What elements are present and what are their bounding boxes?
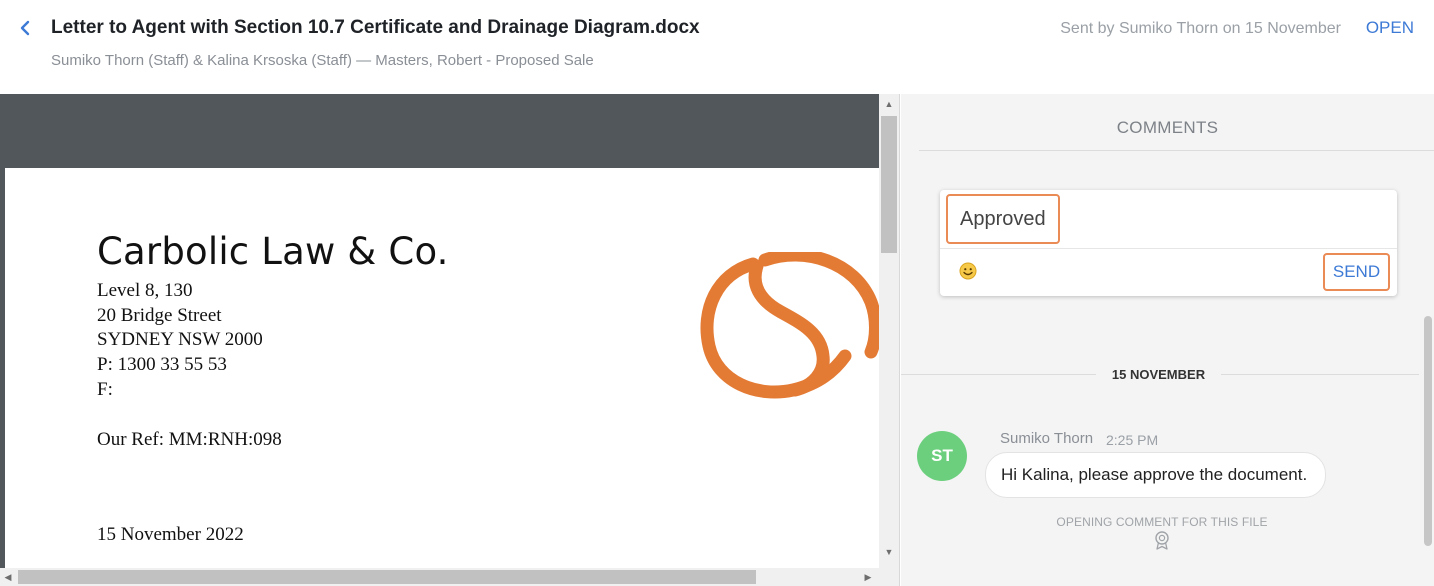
letter-date: 15 November 2022 [97, 524, 244, 545]
vertical-scrollbar[interactable]: ▲ ▼ [879, 94, 899, 568]
divider [940, 248, 1397, 249]
avatar: ST [917, 431, 967, 481]
sent-by-label: Sent by Sumiko Thorn on 15 November [1060, 20, 1341, 37]
scroll-down-icon[interactable]: ▼ [879, 544, 899, 560]
address-line: 20 Bridge Street [97, 305, 222, 326]
scroll-up-icon[interactable]: ▲ [879, 96, 899, 112]
comment-input[interactable] [946, 194, 1060, 244]
comment-composer: SEND [940, 190, 1397, 296]
fax-line: F: [97, 379, 113, 400]
comment-bubble: Hi Kalina, please approve the document. [985, 452, 1326, 498]
divider [901, 374, 1096, 375]
document-title: Letter to Agent with Section 10.7 Certif… [51, 17, 700, 38]
address-line: Level 8, 130 [97, 280, 193, 301]
opening-comment-note: OPENING COMMENT FOR THIS FILE [1056, 515, 1268, 529]
comment-time: 2:25 PM [1106, 432, 1159, 448]
panel-scroll-thumb[interactable] [1424, 316, 1432, 546]
comment-author: Sumiko Thorn [1000, 430, 1094, 447]
comments-panel: COMMENTS SEND 15 NOVEMBER ST Sumiko Thor… [901, 94, 1434, 586]
firm-logo-icon [700, 252, 879, 399]
send-button[interactable]: SEND [1323, 253, 1390, 291]
open-button[interactable]: OPEN [1366, 18, 1414, 38]
divider [919, 150, 1434, 151]
document-subtitle: Sumiko Thorn (Staff) & Kalina Krsoska (S… [51, 52, 594, 69]
vertical-scroll-thumb[interactable] [881, 116, 897, 253]
document-viewer[interactable]: Carbolic Law & Co. Level 8, 130 20 Bridg… [0, 94, 900, 586]
smiley-icon[interactable] [959, 262, 977, 280]
horizontal-scroll-thumb[interactable] [18, 570, 756, 584]
firm-name: Carbolic Law & Co. [97, 230, 449, 273]
our-ref: Our Ref: MM:RNH:098 [97, 429, 282, 450]
address-line: SYDNEY NSW 2000 [97, 329, 263, 350]
header: Letter to Agent with Section 10.7 Certif… [0, 0, 1434, 94]
scroll-right-icon[interactable]: ▶ [860, 569, 876, 585]
comments-title: COMMENTS [1116, 118, 1219, 137]
document-page: Carbolic Law & Co. Level 8, 130 20 Bridg… [5, 168, 879, 586]
horizontal-scrollbar[interactable]: ◀ ▶ [0, 568, 880, 586]
award-icon [1153, 530, 1171, 555]
phone-line: P: 1300 33 55 53 [97, 354, 227, 375]
scroll-left-icon[interactable]: ◀ [0, 569, 16, 585]
back-arrow-icon[interactable] [18, 18, 38, 40]
date-divider-label: 15 NOVEMBER [1111, 367, 1206, 382]
divider [1221, 374, 1419, 375]
scrollbar-corner [879, 568, 899, 586]
app-window: Letter to Agent with Section 10.7 Certif… [0, 0, 1434, 586]
